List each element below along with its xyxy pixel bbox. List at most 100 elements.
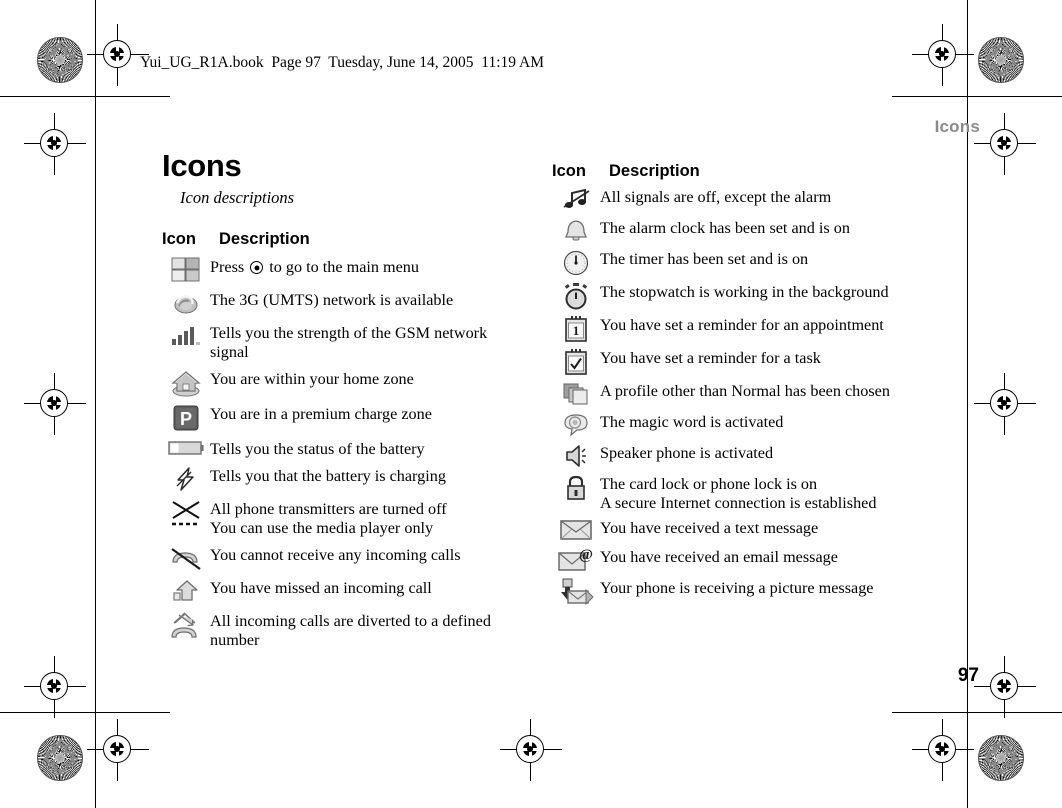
icon-table-row: Your phone is receiving a picture messag… (552, 577, 952, 606)
page-number: 97 (957, 665, 979, 686)
no-incoming-calls-icon (162, 544, 210, 571)
alarm-clock-icon (552, 217, 600, 244)
trim-line-bottom-left (0, 712, 170, 713)
description-line: All incoming calls are diverted to a def… (210, 612, 491, 630)
icon-table-row: Tells you the strength of the GSM networ… (162, 322, 522, 362)
icon-description: You cannot receive any incoming calls (210, 544, 461, 565)
icon-table-row: You have missed an incoming call (162, 577, 522, 604)
premium-charge-zone-icon: P (162, 403, 210, 432)
joystick-icon (250, 261, 264, 274)
column-header-description-label: Description (219, 230, 310, 248)
home-zone-icon (162, 368, 210, 397)
profile-icon (552, 380, 600, 407)
page-subtitle: Icon descriptions (180, 188, 295, 207)
icon-description: The 3G (UMTS) network is available (210, 289, 453, 310)
icon-table-row: The card lock or phone lock is on A secur… (552, 473, 952, 513)
registration-mark-corner-bottom-right (974, 656, 1036, 718)
registration-mark-top-left (87, 24, 149, 86)
silent-mode-icon (552, 186, 600, 213)
icon-table-row: All phone transmitters are turned off You… (162, 498, 522, 538)
description-line: A profile other than Normal has been cho… (600, 382, 890, 400)
description-text-after-glyph: to go to the main menu (265, 258, 419, 276)
svg-text:@: @ (579, 547, 593, 563)
description-line: The timer has been set and is on (600, 250, 809, 268)
description-line: The 3G (UMTS) network is available (210, 291, 454, 309)
icon-table-row: 1 You have set a reminder for an appoint… (552, 314, 952, 343)
registration-mark-bottom-center (500, 719, 562, 781)
task-reminder-icon (552, 347, 600, 376)
icon-description: You have missed an incoming call (210, 577, 432, 598)
description-line: signal (210, 343, 249, 361)
icon-description: You are within your home zone (210, 368, 414, 389)
picture-message-icon (552, 577, 600, 606)
icon-description: You are in a premium charge zone (210, 403, 432, 424)
icon-description: The stopwatch is working in the backgrou… (600, 281, 889, 302)
starburst-mark-top-left (37, 37, 83, 83)
registration-mark-corner-top-left (24, 113, 86, 175)
call-divert-icon (162, 610, 210, 641)
description-line: Tells you that the battery is charging (210, 467, 446, 485)
description-line: Tells you the strength of the GSM networ… (210, 324, 488, 342)
registration-mark-top-right (912, 24, 974, 86)
icon-description: You have received an email message (600, 546, 838, 567)
description-line: You can use the media player only (210, 519, 434, 537)
speaker-phone-icon (552, 442, 600, 469)
registration-mark-middle-left (24, 373, 86, 435)
flight-mode-icon (162, 498, 210, 529)
icon-description: All signals are off, except the alarm (600, 186, 831, 207)
trim-line-top-right (892, 96, 1062, 97)
registration-mark-corner-top-right (974, 113, 1036, 175)
icon-table-row: Press to go to the main menu (162, 256, 522, 283)
icon-description: The timer has been set and is on (600, 248, 808, 269)
description-line: The alarm clock has been set and is on (600, 219, 850, 237)
icon-table-row: The alarm clock has been set and is on (552, 217, 952, 244)
icon-description: The alarm clock has been set and is on (600, 217, 850, 238)
icon-description: You have received a text message (600, 517, 818, 538)
description-line: All signals are off, except the alarm (600, 188, 832, 206)
email-message-icon: @ (552, 546, 600, 573)
description-line: The stopwatch is working in the backgrou… (600, 283, 889, 301)
icon-table-row: You have set a reminder for a task (552, 347, 952, 376)
icon-table-row: Speaker phone is activated (552, 442, 952, 469)
starburst-mark-top-right (978, 37, 1024, 83)
icon-table-row: P You are in a premium charge zone (162, 403, 522, 432)
icon-description: The magic word is activated (600, 411, 783, 432)
icon-description: All incoming calls are diverted to a def… (210, 610, 491, 650)
description-line: You have received an email message (600, 548, 838, 566)
registration-mark-middle-right (974, 373, 1036, 435)
description-line: You have set a reminder for an appointme… (600, 316, 884, 334)
timer-icon (552, 248, 600, 277)
trim-line-top-left (0, 96, 170, 97)
description-line: All phone transmitters are turned off (210, 500, 447, 518)
gsm-signal-strength-icon (162, 322, 210, 347)
3g-umts-network-icon (162, 289, 210, 316)
icon-table-row: The stopwatch is working in the backgrou… (552, 281, 952, 310)
svg-text:1: 1 (573, 323, 580, 338)
trim-line-bottom-right (892, 712, 1062, 713)
icon-table-row: The magic word is activated (552, 411, 952, 438)
page-title: Icons (162, 148, 242, 183)
icon-table-row: You have received a text message (552, 517, 952, 542)
icon-table-row: You cannot receive any incoming calls (162, 544, 522, 571)
icon-rows-right: All signals are off, except the alarm Th… (552, 186, 952, 610)
battery-status-icon (162, 438, 210, 457)
column-header-icon-label: Icon (162, 230, 196, 248)
battery-charging-icon (162, 465, 210, 492)
description-line: A secure Internet connection is establis… (600, 494, 877, 512)
description-line: Tells you the status of the battery (210, 440, 425, 458)
registration-mark-bottom-left (87, 719, 149, 781)
description-line: The magic word is activated (600, 413, 784, 431)
magic-word-icon (552, 411, 600, 438)
icon-table-row: @ You have received an email message (552, 546, 952, 573)
description-text-before-glyph: Press (210, 258, 249, 276)
column-header-icon-label: Icon (552, 162, 586, 180)
column-header-description-label: Description (609, 162, 700, 180)
slug-line: Yui_UG_R1A.book Page 97 Tuesday, June 14… (140, 54, 545, 71)
icon-description: Tells you that the battery is charging (210, 465, 446, 486)
appointment-reminder-icon: 1 (552, 314, 600, 343)
icon-table-row: You are within your home zone (162, 368, 522, 397)
main-menu-grid-icon (162, 256, 210, 283)
description-line: Your phone is receiving a picture messag… (600, 579, 874, 597)
trim-line-left (95, 0, 96, 808)
icon-description: Your phone is receiving a picture messag… (600, 577, 873, 598)
